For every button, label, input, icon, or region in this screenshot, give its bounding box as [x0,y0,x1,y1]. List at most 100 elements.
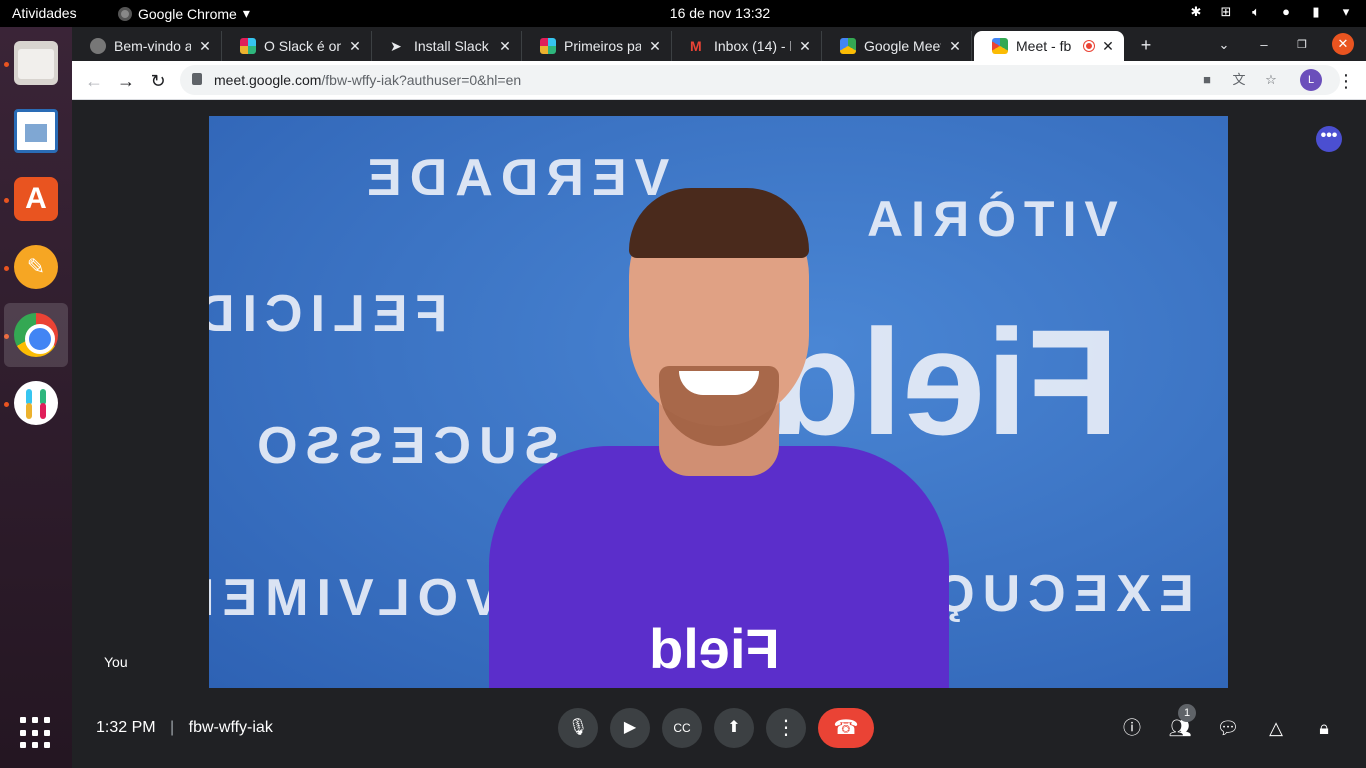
meet-main: VERDADE VITÒRIA FELICID SUCESSO VOLVIMEN… [72,100,1366,768]
tab-bem-vindo[interactable]: Bem-vindo a ✕ [72,31,222,61]
meeting-details-icon[interactable]: ⓘ [1120,716,1144,740]
show-apps-button[interactable] [20,717,52,749]
tab-install-slack[interactable]: ➤ Install Slack ✕ [372,31,522,61]
profile-avatar[interactable]: L [1300,69,1322,91]
writer-icon [14,109,58,153]
translate-icon[interactable]: 文 [1230,71,1248,89]
browser-toolbar: ← → ↻ meet.google.com/fbw-wffy-iak?authu… [72,61,1366,100]
tab-label: Meet - fb [1016,38,1072,54]
tab-inbox[interactable]: M Inbox (14) - l ✕ [672,31,822,61]
close-tab-icon[interactable]: ✕ [947,38,963,55]
microphone-button[interactable]: 🎙︎ [558,708,598,748]
wall-logo: Field [769,298,1120,466]
host-controls-icon[interactable]: 🔒︎ [1312,716,1336,740]
volume-icon[interactable]: 🔈︎ [1248,4,1264,20]
wall-text: VOLVIMEN [209,569,501,627]
meeting-code: fbw-wffy-iak [188,719,273,736]
close-tab-icon[interactable]: ✕ [347,38,363,55]
tile-options-button[interactable]: ••• [1316,126,1342,152]
meeting-info: 1:32 PM | fbw-wffy-iak [96,719,273,737]
dock-cheese[interactable]: ✎ [4,235,68,299]
camera-button[interactable]: ▶ [610,708,650,748]
chrome-icon [14,313,58,357]
close-tab-icon[interactable]: ✕ [797,38,813,55]
restore-button[interactable]: ❐ [1290,33,1314,57]
clock[interactable]: 16 de nov 13:32 [0,5,1366,21]
tab-meet-active[interactable]: Meet - fb ✕ [974,31,1124,61]
tab-label: O Slack é on [264,38,341,54]
tab-slack-intro[interactable]: O Slack é on ✕ [222,31,372,61]
activities-icon[interactable]: △ [1264,716,1288,740]
close-tab-icon[interactable]: ✕ [647,38,663,55]
wall-text: SUCESSO [249,417,560,475]
minimize-button[interactable]: – [1252,33,1276,57]
forward-button[interactable]: → [114,69,138,93]
wall-text: VERDADE [359,149,670,207]
person-hair [629,188,809,258]
meeting-time: 1:32 PM [96,719,156,736]
slack-icon [240,38,256,54]
address-bar[interactable]: meet.google.com/fbw-wffy-iak?authuser=0&… [180,65,1340,95]
battery-icon[interactable]: ▮ [1308,4,1324,20]
url-text[interactable]: meet.google.com/fbw-wffy-iak?authuser=0&… [214,72,521,88]
camera-icon[interactable]: ■ [1198,71,1216,89]
tab-label: Install Slack [414,38,489,54]
shirt-logo: Field [649,617,780,680]
people-icon[interactable]: 👥︎ 1 [1168,704,1196,740]
reload-button[interactable]: ↻ [146,69,170,93]
tab-label: Google Meet [864,38,941,54]
slack-icon [540,38,556,54]
meet-control-bar: 1:32 PM | fbw-wffy-iak 🎙︎ ▶ CC ⬆ ⋮ ☎ ⓘ 👥… [72,700,1366,768]
tab-label: Primeiros pa [564,38,641,54]
tab-google-meet[interactable]: Google Meet ✕ [822,31,972,61]
tab-strip: Bem-vindo a ✕ O Slack é on ✕ ➤ Install S… [72,27,1366,61]
chrome-menu-button[interactable]: ⋮ [1334,69,1358,93]
lock-icon[interactable] [192,73,202,85]
dock-software[interactable]: A [4,167,68,231]
wall-text: VITÒRIA [859,191,1118,247]
more-options-button[interactable]: ⋮ [766,708,806,748]
tab-search-button[interactable]: ⌄ [1212,33,1236,57]
slack-icon [14,381,58,425]
screenshot-tool-icon: ✎ [14,245,58,289]
meet-icon [992,38,1008,54]
dock-writer[interactable] [4,99,68,163]
dock-files[interactable] [4,31,68,95]
window-close-button[interactable]: ✕ [1332,33,1354,55]
wall-text: EXECUÇ [929,565,1194,623]
bookmark-star-icon[interactable]: ☆ [1262,71,1280,89]
back-button[interactable]: ← [82,69,106,93]
person-smile [679,371,759,395]
close-tab-icon[interactable]: ✕ [1100,38,1116,55]
microphone-icon[interactable]: ● [1278,4,1294,20]
tab-primeiros-passos[interactable]: Primeiros pa ✕ [522,31,672,61]
present-screen-button[interactable]: ⬆ [714,708,754,748]
self-video-tile[interactable]: VERDADE VITÒRIA FELICID SUCESSO VOLVIMEN… [209,116,1228,688]
chat-icon[interactable]: 💬︎ [1216,716,1240,740]
participant-count-badge: 1 [1178,704,1196,722]
globe-icon [90,38,106,54]
system-tray[interactable]: ✱ ⊞ 🔈︎ ● ▮ ▾ [1188,4,1354,20]
meet-icon [840,38,856,54]
close-tab-icon[interactable]: ✕ [497,38,513,55]
recording-indicator-icon [1084,41,1094,51]
software-store-icon: A [14,177,58,221]
dock: A ✎ [0,27,72,768]
leave-call-button[interactable]: ☎ [818,708,874,748]
self-name-label: You [104,654,128,670]
power-menu-icon[interactable]: ▾ [1338,4,1354,20]
captions-button[interactable]: CC [662,708,702,748]
wall-text: FELICID [209,285,448,343]
gmail-icon: M [690,38,702,54]
files-icon [14,41,58,85]
network-icon[interactable]: ⊞ [1218,4,1234,20]
system-top-bar: Atividades Google Chrome ▾ 16 de nov 13:… [0,0,1366,27]
divider: | [170,719,175,736]
tab-label: Inbox (14) - l [714,38,791,54]
close-tab-icon[interactable]: ✕ [197,38,213,55]
tab-label: Bem-vindo a [114,38,191,54]
dock-slack[interactable] [4,371,68,435]
new-tab-button[interactable]: + [1134,33,1158,57]
slack-tray-icon[interactable]: ✱ [1188,4,1204,20]
dock-chrome[interactable] [4,303,68,367]
